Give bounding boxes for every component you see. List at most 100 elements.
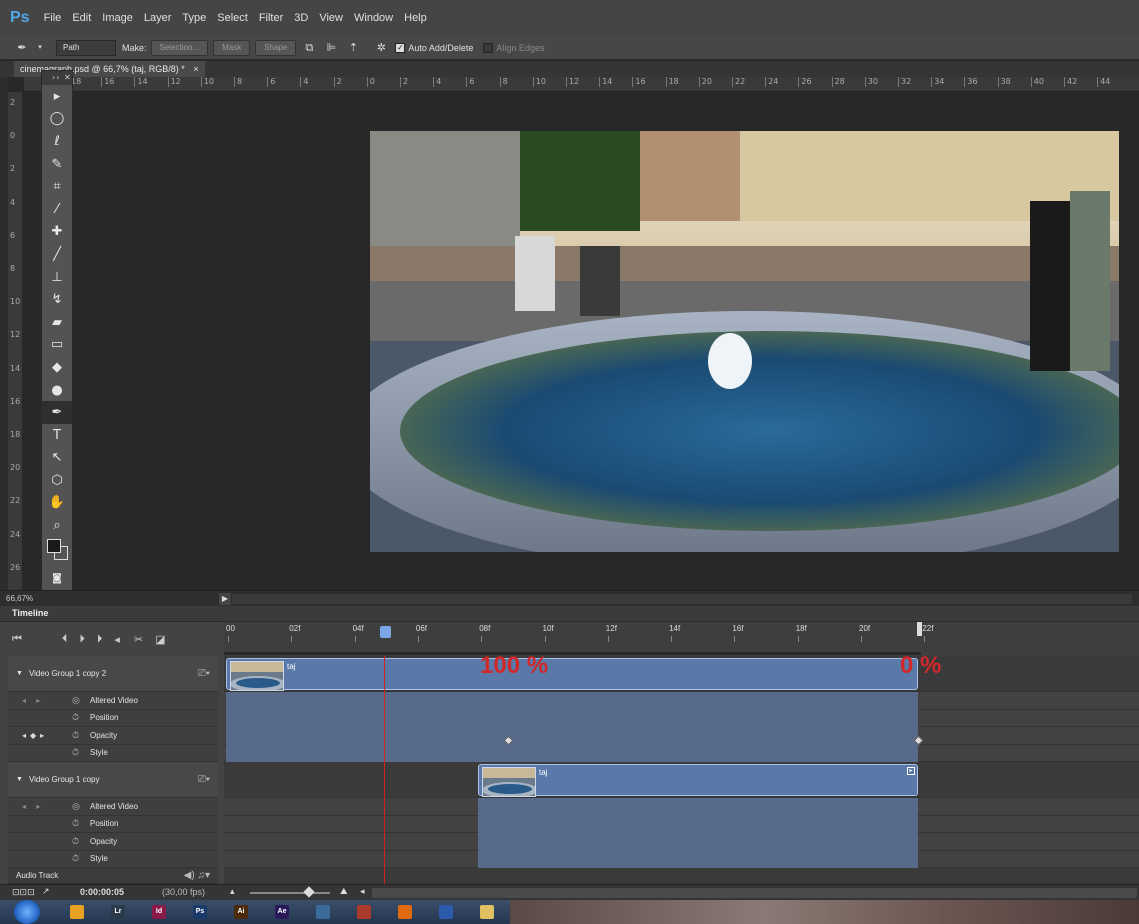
menu-filter[interactable]: Filter [259,12,283,24]
taskbar-media-player-icon[interactable] [70,905,84,919]
taskbar-app-7-icon[interactable] [316,905,330,919]
make-shape-button[interactable]: Shape [255,39,297,56]
horizontal-scrollbar[interactable] [232,594,1132,604]
gradient-icon[interactable]: ▭ [42,334,72,357]
type-icon[interactable]: T [42,424,72,447]
convert-frame-animation-icon[interactable]: ⊡⊡⊡ [12,887,35,898]
track-header-video-group-copy-2[interactable]: ▼ Video Group 1 copy 2 ⎚▾ [8,656,218,692]
menu-image[interactable]: Image [102,12,133,24]
zoom-icon[interactable]: ⌕ [42,514,72,537]
menu-help[interactable]: Help [404,12,427,24]
taskbar-photoshop-icon[interactable]: Ps [193,905,207,919]
expand-triangle-icon[interactable]: ▼ [16,670,23,677]
timeline-title[interactable]: Timeline [12,608,48,618]
playhead-marker[interactable] [380,626,391,638]
zoom-level[interactable]: 66,67% [6,594,33,603]
stopwatch-icon[interactable]: ⏱ [72,747,79,758]
taskbar-illustrator-icon[interactable]: Ai [234,905,248,919]
property-row[interactable]: ⏱ Style [8,744,218,762]
render-video-icon[interactable]: ↗ [42,886,50,897]
clone-stamp-icon[interactable]: ⊥ [42,266,72,289]
color-swatches[interactable] [42,537,72,567]
property-row[interactable]: ⏱ Position [8,815,218,833]
filmstrip-menu-icon[interactable]: ⎚▾ [198,668,210,679]
work-area-bar[interactable] [224,652,921,655]
dodge-icon[interactable]: ● [42,379,72,402]
menu-edit[interactable]: Edit [72,12,91,24]
pen-icon[interactable]: ✒ [42,401,72,424]
previous-frame-icon[interactable]: ⏴ [62,632,68,646]
taskbar-explorer-icon[interactable] [480,905,494,919]
timeline-ruler[interactable]: 00 02f 04f 06f 08f 10f 12f 14f 16f 18f 20f 22f [224,622,1139,656]
tool-mode-select[interactable]: Path [56,39,116,56]
path-alignment-icon[interactable]: ⊫ [323,41,339,55]
stopwatch-icon[interactable]: ⏱ [72,836,79,847]
work-area-end-handle[interactable] [917,622,922,636]
document-image[interactable] [370,131,1119,552]
stopwatch-icon[interactable]: ⏱ [72,853,79,864]
filmstrip-menu-icon[interactable]: ⎚▾ [198,774,210,785]
quick-select-icon[interactable]: ✎ [42,153,72,176]
shape-icon[interactable]: ⬡ [42,469,72,492]
timeline-zoom-knob[interactable] [303,886,315,898]
property-row[interactable]: ⏱ Style [8,850,218,868]
path-operations-icon[interactable]: ⧉ [301,41,317,55]
taskbar-app-10-icon[interactable] [439,905,453,919]
property-row[interactable]: ⏱ Opacity [8,833,218,851]
menu-select[interactable]: Select [217,12,248,24]
brush-icon[interactable]: ╱ [42,243,72,266]
status-arrow-icon[interactable]: ▶ [219,593,231,605]
taskbar-firefox-icon[interactable] [398,905,412,919]
timeline-scrollbar[interactable] [372,888,1137,898]
property-row[interactable]: ◂◆▸ ⏱ Opacity [8,727,218,745]
keyframe-nav-icon[interactable]: ◂ ▸ [22,696,44,705]
transition-icon[interactable]: ◪ [155,633,165,646]
chevron-down-icon[interactable]: ▾ [36,41,44,55]
zoom-in-icon[interactable]: ⛰ [340,886,348,897]
stopwatch-icon[interactable]: ⏱ [72,712,79,723]
stopwatch-icon[interactable]: ⏱ [72,818,79,829]
zoom-out-icon[interactable]: ▴ [230,886,235,897]
quick-mask-icon[interactable]: ◙ [42,567,72,590]
blur-icon[interactable]: ◆ [42,356,72,379]
ellipse-marquee-icon[interactable]: ◯ [42,108,72,131]
menu-window[interactable]: Window [354,12,393,24]
audio-volume-icon[interactable]: ◀) ♫▾ [184,870,210,881]
expand-triangle-icon[interactable]: ▼ [16,776,23,783]
eraser-icon[interactable]: ▰ [42,311,72,334]
keyframe-nav-icon[interactable]: ◂◆▸ [22,731,48,740]
history-brush-icon[interactable]: ↯ [42,288,72,311]
lasso-icon[interactable]: ℓ [42,130,72,153]
clip-end-icon[interactable]: ▸ [907,767,915,775]
eyedropper-icon[interactable]: ⁄ [42,198,72,221]
hand-icon[interactable]: ✋ [42,492,72,515]
taskbar-indesign-icon[interactable]: Id [152,905,166,919]
property-row[interactable]: ◂ ▸ ◎ Altered Video [8,798,218,816]
property-row[interactable]: ⏱ Position [8,709,218,727]
menu-file[interactable]: File [44,12,62,24]
menu-3d[interactable]: 3D [294,12,308,24]
split-scissors-icon[interactable]: ✂ [134,633,143,646]
menu-layer[interactable]: Layer [144,12,172,24]
track-header-video-group-copy[interactable]: ▼ Video Group 1 copy ⎚▾ [8,762,218,798]
timeline-zoom-slider[interactable] [250,892,330,894]
property-row[interactable]: ◂ ▸ ◎ Altered Video [8,692,218,710]
align-edges-checkbox[interactable] [483,42,494,53]
gear-icon[interactable]: ✲ [373,41,389,55]
scroll-left-icon[interactable]: ◂ [360,886,365,897]
keyframe-nav-icon[interactable]: ◂ ▸ [22,802,44,811]
path-select-icon[interactable]: ↖ [42,447,72,470]
make-selection-button[interactable]: Selection... [150,39,209,56]
playhead-line[interactable] [384,656,385,884]
auto-add-delete-checkbox[interactable]: ✓ [395,42,406,53]
play-icon[interactable]: ⏵ [79,632,85,646]
healing-brush-icon[interactable]: ✚ [42,221,72,244]
taskbar-app-8-icon[interactable] [357,905,371,919]
start-button[interactable] [14,900,40,924]
close-icon[interactable]: × [193,64,198,74]
foreground-color-swatch[interactable] [47,538,61,553]
path-arrangement-icon[interactable]: ⇡ [345,41,361,55]
audio-track-header[interactable]: Audio Track ◀) ♫▾ [8,868,218,884]
tools-panel-header[interactable]: ›› ✕ [42,71,72,85]
audio-icon[interactable]: ◂ [114,633,120,646]
